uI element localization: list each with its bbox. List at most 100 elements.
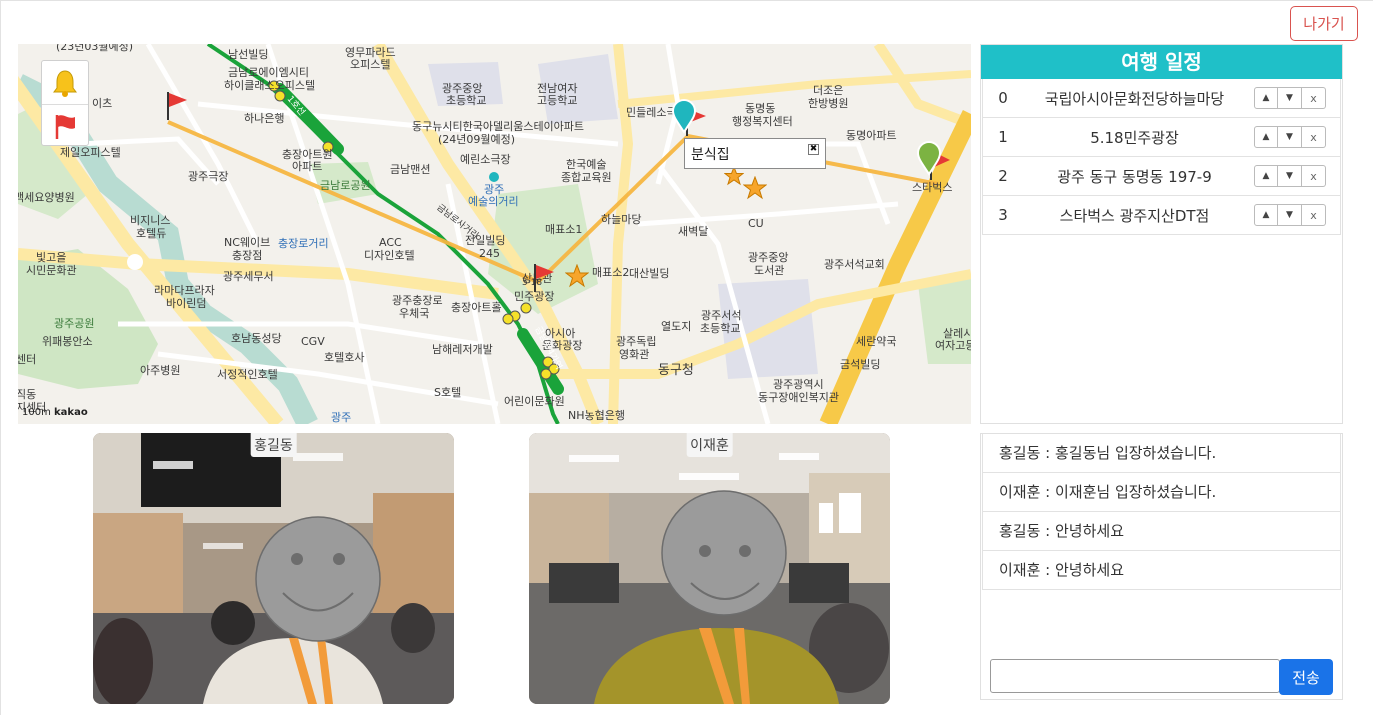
map-label: 동구청 xyxy=(658,363,694,378)
move-down-button[interactable]: ▼ xyxy=(1278,126,1302,148)
map-label: 금석빌딩 xyxy=(840,358,881,371)
star-icon[interactable] xyxy=(724,166,744,186)
map-label: 한방병원 xyxy=(808,97,849,110)
map-label: 광주서석 xyxy=(701,309,742,322)
star-icon[interactable] xyxy=(565,264,589,288)
map-label: 도서관 xyxy=(754,264,785,277)
map-label: 어린이문화원 xyxy=(504,395,565,408)
popup-title: 분식집 xyxy=(691,147,730,163)
schedule-item: 1 5.18민주광장 ▲ ▼ x xyxy=(982,118,1341,157)
video-feed: 이재훈 xyxy=(529,433,890,704)
video-frame xyxy=(93,433,454,704)
map-label: 광주공원 xyxy=(54,317,95,330)
map-label: 남선빌딩 xyxy=(228,48,269,61)
map-label: 라마다프라자 xyxy=(154,284,215,297)
remove-button[interactable]: x xyxy=(1302,165,1326,187)
map-label: 행정복지센터 xyxy=(732,115,793,128)
schedule-panel: 여행 일정 0 국립아시아문화전당하늘마당 ▲ ▼ x 1 5.18민주광장 ▲… xyxy=(980,44,1343,424)
map-view[interactable]: (23년03월예정) 남선빌딩 영무파라드 오피스텔 금남로에이엠시티 하이클래… xyxy=(18,44,971,424)
map-label: 동명동 xyxy=(745,102,776,115)
schedule-index: 3 xyxy=(998,206,1008,224)
map-label: NH농협은행 xyxy=(568,409,625,422)
map-label: 동구뉴시티한국아델리움스테이아파트 xyxy=(412,120,585,133)
exit-button[interactable]: 나가기 xyxy=(1290,6,1358,41)
move-down-button[interactable]: ▼ xyxy=(1278,87,1302,109)
map-label: 직동 xyxy=(18,388,37,401)
map-info-popup: 분식집 ✖ xyxy=(684,138,826,169)
map-label: 더조은 xyxy=(813,84,844,97)
map-label: 초등학교 xyxy=(700,322,741,335)
close-icon[interactable]: ✖ xyxy=(808,144,819,155)
map-label: 광주극장 xyxy=(188,170,229,183)
schedule-index: 2 xyxy=(998,167,1008,185)
map-pin-icon[interactable] xyxy=(670,98,698,134)
map-scale: 100m kakao xyxy=(22,407,88,418)
chat-message: 이재훈 : 안녕하세요 xyxy=(982,551,1341,590)
map-label: 예술의거리 xyxy=(468,195,519,208)
map-pin-icon[interactable] xyxy=(915,140,943,176)
map-label: 남해레저개발 xyxy=(432,343,493,356)
chat-message: 이재훈 : 이재훈님 입장하셨습니다. xyxy=(982,473,1341,512)
map-label: 매표소2 xyxy=(592,266,630,279)
map-label: 디자인호텔 xyxy=(364,249,415,262)
schedule-index: 0 xyxy=(998,89,1008,107)
map-label: 하늘마당 xyxy=(601,213,642,226)
map-label: 우체국 xyxy=(399,307,430,320)
map-label: 아주병원 xyxy=(140,364,181,377)
move-up-button[interactable]: ▲ xyxy=(1254,204,1278,226)
map-label: NC웨이브 xyxy=(224,236,271,249)
schedule-item: 2 광주 동구 동명동 197-9 ▲ ▼ x xyxy=(982,157,1341,196)
map-label: 충장아트홀 xyxy=(451,301,502,314)
alarm-button[interactable] xyxy=(42,61,88,104)
schedule-name: 스타벅스 광주지산DT점 xyxy=(1059,206,1210,225)
map-label: 금남맨션 xyxy=(390,163,431,176)
move-up-button[interactable]: ▲ xyxy=(1254,87,1278,109)
add-flag-button[interactable] xyxy=(42,104,88,147)
map-label: 동구장애인복지관 xyxy=(758,391,839,404)
map-label: CU xyxy=(748,217,764,230)
map-label: 금남로에이엠시티 xyxy=(228,66,309,79)
map-label: 광주중앙 xyxy=(748,251,789,264)
schedule-item: 3 스타벅스 광주지산DT점 ▲ ▼ x xyxy=(982,196,1341,235)
flag-icon[interactable] xyxy=(528,262,558,294)
send-button[interactable]: 전송 xyxy=(1279,659,1333,695)
map-label: 센터 xyxy=(18,353,37,366)
schedule-name: 5.18민주광장 xyxy=(1090,128,1179,147)
map-label: 비지니스 xyxy=(130,214,171,227)
map-label: 광주충장로 xyxy=(392,294,443,307)
move-up-button[interactable]: ▲ xyxy=(1254,126,1278,148)
map-label: 세란약국 xyxy=(856,335,897,348)
map-label: 하나은행 xyxy=(244,112,285,125)
map-label: 광주 xyxy=(331,411,352,424)
flag-icon[interactable] xyxy=(161,90,191,122)
move-down-button[interactable]: ▼ xyxy=(1278,204,1302,226)
map-label: 초등학교 xyxy=(446,94,487,107)
map-label: 제일오피스텔 xyxy=(60,146,121,159)
remove-button[interactable]: x xyxy=(1302,126,1326,148)
chat-panel: 홍길동 : 홍길동님 입장하셨습니다. 이재훈 : 이재훈님 입장하셨습니다. … xyxy=(980,433,1343,700)
map-label: (24년09월예정) xyxy=(438,133,516,146)
map-label: 열도지 xyxy=(661,320,692,333)
move-down-button[interactable]: ▼ xyxy=(1278,165,1302,187)
map-label: 광주세무서 xyxy=(223,270,274,283)
remove-button[interactable]: x xyxy=(1302,204,1326,226)
map-label: 대산빌딩 xyxy=(629,267,670,280)
move-up-button[interactable]: ▲ xyxy=(1254,165,1278,187)
participant-name: 이재훈 xyxy=(686,433,733,457)
star-icon[interactable] xyxy=(743,176,767,200)
map-label: 광주독립 xyxy=(616,335,657,348)
chat-message: 홍길동 : 홍길동님 입장하셨습니다. xyxy=(982,434,1341,473)
map-label: 여자고등 xyxy=(935,339,971,352)
map-label: 아파트 xyxy=(292,160,323,173)
map-label: 245 xyxy=(479,247,500,260)
chat-input[interactable] xyxy=(990,659,1280,693)
schedule-title: 여행 일정 xyxy=(981,45,1342,79)
map-label: 호남동성당 xyxy=(231,332,282,345)
map-label: 충장로거리 xyxy=(278,237,329,250)
map-label: 서정적인호텔 xyxy=(217,368,278,381)
map-label: 매표소1 xyxy=(545,223,583,236)
remove-button[interactable]: x xyxy=(1302,87,1326,109)
schedule-name: 국립아시아문화전당하늘마당 xyxy=(1044,89,1225,108)
map-label: 광주서석교회 xyxy=(824,258,885,271)
map-label: 광주광역시 xyxy=(773,378,824,391)
